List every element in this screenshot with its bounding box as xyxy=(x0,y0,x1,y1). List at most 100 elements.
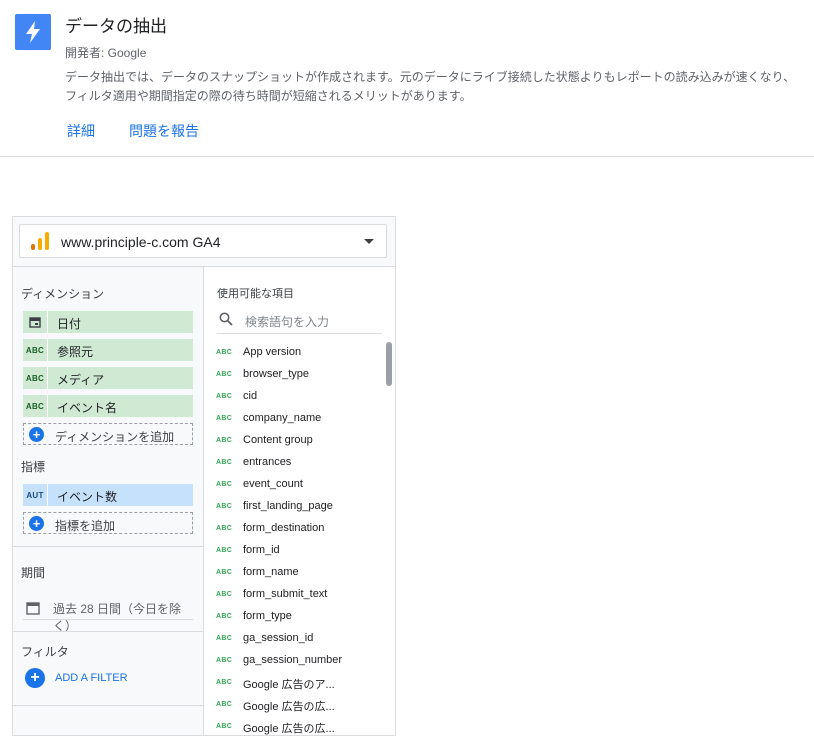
abc-type-icon: ABC xyxy=(25,345,45,355)
field-label: form_destination xyxy=(243,522,325,534)
available-fields-column: 使用可能な項目 検索語句を入力 ABC App version ABC browser… xyxy=(204,267,395,735)
plus-icon: + xyxy=(29,427,44,442)
field-label: first_landing_page xyxy=(243,500,333,512)
field-label: browser_type xyxy=(243,368,310,380)
abc-type-icon: ABC xyxy=(216,393,233,400)
add-dimension-label: ディメンションを追加 xyxy=(55,430,175,444)
field-item[interactable]: ABC first_landing_page xyxy=(204,496,379,518)
field-item[interactable]: ABC form_name xyxy=(204,562,379,584)
abc-type-icon: ABC xyxy=(216,371,233,378)
abc-type-icon: ABC xyxy=(216,723,233,730)
date-range-label: 過去 28 日間（今日を除く） xyxy=(53,602,182,633)
abc-type-icon: ABC xyxy=(216,503,233,510)
abc-type-icon: ABC xyxy=(216,547,233,554)
lightning-bolt-icon xyxy=(15,14,51,50)
field-label: form_id xyxy=(243,544,280,556)
dimension-label: イベント名 xyxy=(57,401,118,415)
metric-header: 指標 xyxy=(21,460,46,474)
analytics-bars-icon xyxy=(31,232,49,255)
calendar-icon xyxy=(26,601,40,620)
abc-type-icon: ABC xyxy=(216,437,233,444)
field-item[interactable]: ABC Google 広告の広... xyxy=(204,694,379,716)
field-label: company_name xyxy=(243,412,322,424)
connector-description: データ抽出では、データのスナップショットが作成されます。元のデータにライブ接続し… xyxy=(65,70,796,103)
field-label: entrances xyxy=(243,456,292,468)
dimension-chip-event-name[interactable]: ABC イベント名 xyxy=(23,395,193,417)
field-item[interactable]: ABC Google 広告の広... xyxy=(204,716,379,735)
abc-type-icon: ABC xyxy=(216,701,233,708)
period-header: 期間 xyxy=(21,566,46,580)
field-item[interactable]: ABC form_id xyxy=(204,540,379,562)
field-label: event_count xyxy=(243,478,303,490)
field-item[interactable]: ABC form_submit_text xyxy=(204,584,379,606)
field-label: Content group xyxy=(243,434,313,446)
dimension-label: メディア xyxy=(57,373,105,387)
data-source-name: www.principle-c.com GA4 xyxy=(61,234,221,250)
field-item[interactable]: ABC event_count xyxy=(204,474,379,496)
dimension-header: ディメンション xyxy=(21,287,105,301)
metric-label: イベント数 xyxy=(57,490,118,504)
add-dimension-button[interactable]: + ディメンションを追加 xyxy=(23,423,193,445)
metric-chip-event-count[interactable]: AUT イベント数 xyxy=(23,484,193,506)
dimension-chip-date[interactable]: 日付 xyxy=(23,311,193,333)
field-item[interactable]: ABC entrances xyxy=(204,452,379,474)
data-source-selector[interactable]: www.principle-c.com GA4 xyxy=(19,224,387,258)
dimension-label: 参照元 xyxy=(57,345,94,359)
field-item[interactable]: ABC Content group xyxy=(204,430,379,452)
field-item[interactable]: ABC form_destination xyxy=(204,518,379,540)
data-panel: www.principle-c.com GA4 ディメンション 日付 ABC 参… xyxy=(12,216,396,736)
plus-icon: + xyxy=(25,668,45,688)
chevron-down-icon[interactable] xyxy=(364,239,374,244)
field-label: Google 広告の広... xyxy=(243,701,335,713)
details-link[interactable]: 詳細 xyxy=(67,121,95,141)
abc-type-icon: ABC xyxy=(216,569,233,576)
field-item[interactable]: ABC App version xyxy=(204,342,379,364)
scrollbar-thumb[interactable] xyxy=(386,342,392,386)
field-label: form_name xyxy=(243,566,299,578)
divider xyxy=(13,705,203,706)
aut-type-icon: AUT xyxy=(26,490,44,500)
report-issue-link[interactable]: 問題を報告 xyxy=(129,121,199,141)
available-fields-header: 使用可能な項目 xyxy=(217,288,294,300)
abc-type-icon: ABC xyxy=(216,415,233,422)
dimension-chip-medium[interactable]: ABC メディア xyxy=(23,367,193,389)
field-label: ga_session_id xyxy=(243,632,314,644)
search-input[interactable]: 検索語句を入力 xyxy=(245,313,329,330)
field-label: form_submit_text xyxy=(243,588,328,600)
add-filter-label: ADD A FILTER xyxy=(55,672,128,684)
field-item[interactable]: ABC ga_session_number xyxy=(204,650,379,672)
field-item[interactable]: ABC cid xyxy=(204,386,379,408)
abc-type-icon: ABC xyxy=(216,679,233,686)
scrollbar[interactable] xyxy=(384,337,392,735)
field-label: Google 広告の広... xyxy=(243,723,335,735)
field-item[interactable]: ABC form_type xyxy=(204,606,379,628)
field-label: App version xyxy=(243,346,302,358)
connector-title: データの抽出 xyxy=(65,17,167,36)
filter-header: フィルタ xyxy=(21,645,69,659)
add-metric-label: 指標を追加 xyxy=(55,519,116,533)
connector-header: データの抽出 開発者: Google データ抽出では、データのスナップショットが… xyxy=(0,0,814,157)
search-icon xyxy=(219,312,233,331)
add-metric-button[interactable]: + 指標を追加 xyxy=(23,512,193,534)
abc-type-icon: ABC xyxy=(216,525,233,532)
field-item[interactable]: ABC Google 広告のア... xyxy=(204,672,379,694)
field-item[interactable]: ABC browser_type xyxy=(204,364,379,386)
connector-developer: 開発者: Google xyxy=(65,46,147,60)
field-label: Google 広告のア... xyxy=(243,679,335,691)
dimension-chip-source[interactable]: ABC 参照元 xyxy=(23,339,193,361)
field-item[interactable]: ABC company_name xyxy=(204,408,379,430)
field-label: ga_session_number xyxy=(243,654,343,666)
divider xyxy=(13,546,203,547)
abc-type-icon: ABC xyxy=(216,657,233,664)
setup-column: ディメンション 日付 ABC 参照元 ABC メディア ABC イベント名 + … xyxy=(13,267,204,735)
abc-type-icon: ABC xyxy=(216,635,233,642)
abc-type-icon: ABC xyxy=(216,349,233,356)
abc-type-icon: ABC xyxy=(216,481,233,488)
field-search[interactable]: 検索語句を入力 xyxy=(217,307,382,334)
date-range-selector[interactable]: 過去 28 日間（今日を除く） xyxy=(23,597,193,633)
calendar-icon xyxy=(23,311,47,333)
field-label: cid xyxy=(243,390,258,402)
dimension-label: 日付 xyxy=(57,317,82,331)
plus-icon: + xyxy=(29,516,44,531)
field-item[interactable]: ABC ga_session_id xyxy=(204,628,379,650)
